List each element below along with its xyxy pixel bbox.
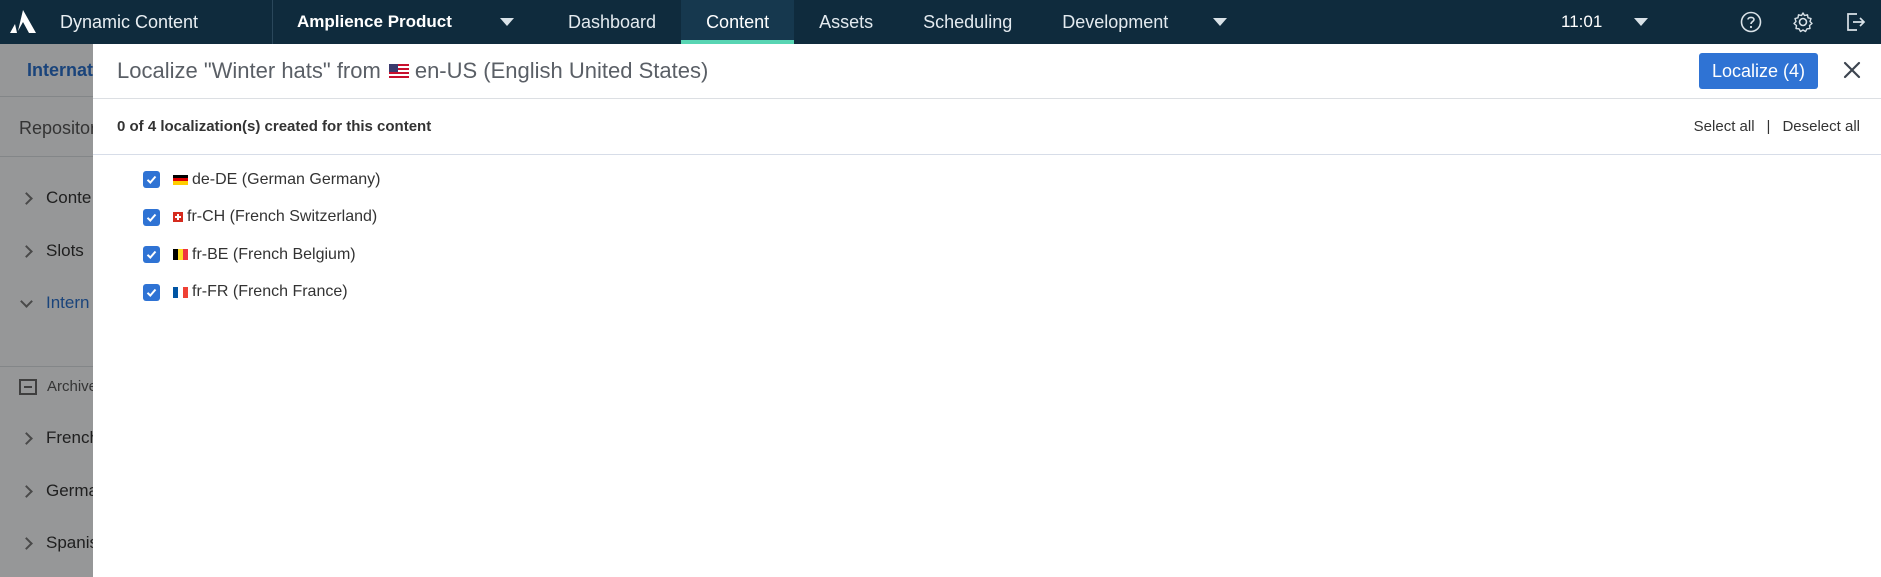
time-menu[interactable]: 11:01 [1547,0,1725,44]
select-all-link[interactable]: Select all [1694,118,1755,135]
be-flag-icon [173,249,188,261]
link-separator: | [1766,118,1771,135]
amplience-logo-icon[interactable] [1,0,45,44]
locale-list: de-DE (German Germany) fr-CH (French Swi… [93,155,1881,311]
localize-dialog: Localize "Winter hats" from en-US (Engli… [93,44,1881,577]
checkbox-checked[interactable] [143,208,160,226]
nav-scheduling[interactable]: Scheduling [898,0,1037,44]
chevron-down-icon [1213,18,1228,26]
clock-time: 11:01 [1561,12,1603,31]
deselect-all-link[interactable]: Deselect all [1782,118,1860,135]
locale-label: fr-CH (French Switzerland) [187,208,378,226]
nav-development[interactable]: Development [1037,0,1193,44]
topbar-right: 11:01 [1547,0,1881,44]
nav-assets[interactable]: Assets [794,0,898,44]
locale-label: de-DE (German Germany) [192,170,381,188]
help-icon[interactable] [1725,0,1777,44]
us-flag-icon [388,64,409,78]
source-locale: en-US (English United States) [414,58,709,83]
nav-content[interactable]: Content [681,0,795,44]
checkbox-checked[interactable] [143,246,160,264]
development-menu-toggle[interactable] [1193,0,1228,44]
checkbox-checked[interactable] [143,171,160,189]
dialog-header: Localize "Winter hats" from en-US (Engli… [93,44,1881,99]
dialog-title: Localize "Winter hats" from en-US (Engli… [117,58,708,84]
locale-row-fr-ch[interactable]: fr-CH (French Switzerland) [93,199,1881,237]
selection-links: Select all | Deselect all [1694,118,1860,135]
locale-row-de-de[interactable]: de-DE (German Germany) [93,161,1881,199]
main-nav: Dashboard Content Assets Scheduling Deve… [543,0,1228,44]
app-title: Dynamic Content [60,11,199,32]
logout-icon[interactable] [1829,0,1881,44]
locale-label: fr-BE (French Belgium) [192,245,356,263]
locale-row-fr-be[interactable]: fr-BE (French Belgium) [93,236,1881,274]
summary-bar: 0 of 4 localization(s) created for this … [93,99,1881,155]
modal-backdrop[interactable] [0,44,93,577]
fr-flag-icon [173,286,188,298]
hub-name: Amplience Product [297,12,452,31]
top-navigation-bar: Dynamic Content Amplience Product Dashbo… [0,0,1881,44]
dialog-title-text: Localize "Winter hats" from [117,58,381,83]
locale-label: fr-FR (French France) [192,283,348,301]
ch-flag-icon [173,212,183,223]
hub-selector[interactable]: Amplience Product [273,12,518,32]
close-icon[interactable] [1841,59,1863,81]
gear-icon[interactable] [1777,0,1829,44]
locale-row-fr-fr[interactable]: fr-FR (French France) [93,274,1881,312]
chevron-down-icon [1634,18,1648,26]
chevron-down-icon [499,18,514,26]
localization-summary: 0 of 4 localization(s) created for this … [117,118,432,135]
checkbox-checked[interactable] [143,283,160,301]
de-flag-icon [173,174,188,185]
localize-button[interactable]: Localize (4) [1698,53,1818,89]
nav-dashboard[interactable]: Dashboard [543,0,681,44]
